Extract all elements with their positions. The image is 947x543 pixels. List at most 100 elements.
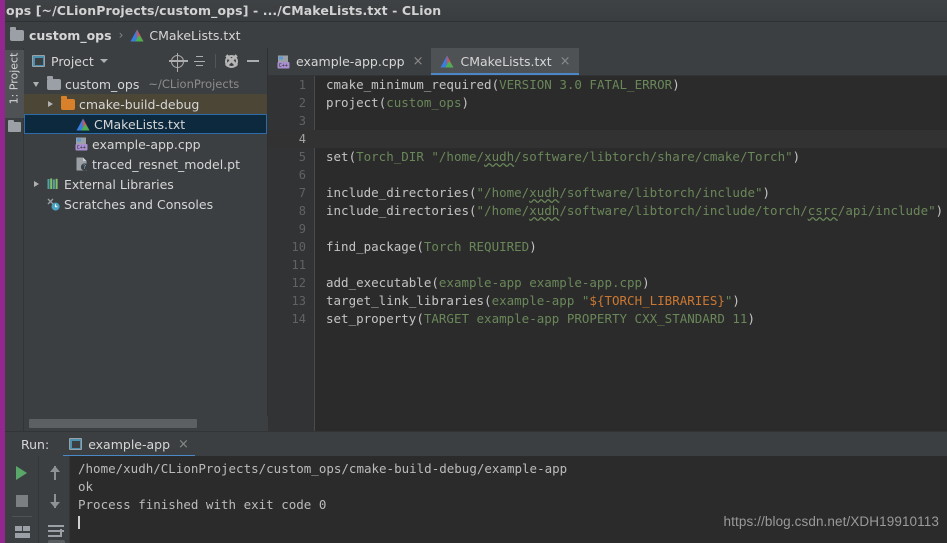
run-tab-example-app[interactable]: example-app × bbox=[63, 432, 195, 457]
console-line: Process finished with exit code 0 bbox=[78, 497, 327, 512]
code-line[interactable]: 4 bbox=[268, 130, 947, 148]
breadcrumb-file[interactable]: CMakeLists.txt bbox=[130, 27, 241, 43]
clion-window: ops [~/CLionProjects/custom_ops] - .../C… bbox=[0, 0, 947, 543]
code-line[interactable]: 14 set_property(TARGET example-app PROPER… bbox=[268, 310, 947, 328]
code-line[interactable]: 5 set(Torch_DIR "/home/xudh/software/libt… bbox=[268, 148, 947, 166]
code-token: ( bbox=[416, 239, 424, 254]
tree-item-label: cmake-build-debug bbox=[79, 96, 200, 112]
project-tree[interactable]: custom_ops ~/CLionProjects cmake-build-deb… bbox=[24, 74, 267, 413]
code-token: /api/include" bbox=[837, 203, 936, 218]
scrollbar-thumb[interactable] bbox=[29, 419, 197, 428]
tool-window-button-project[interactable]: 1: Project bbox=[5, 50, 24, 118]
tree-item-label: traced_resnet_model.pt bbox=[92, 156, 241, 172]
code-token: ) bbox=[747, 311, 755, 326]
tree-item-path: ~/CLionProjects bbox=[148, 77, 240, 91]
editor-tab-cmakelists-txt[interactable]: CMakeLists.txt × bbox=[431, 48, 579, 75]
close-icon[interactable]: × bbox=[413, 55, 424, 68]
twisty-right-icon[interactable] bbox=[30, 178, 43, 191]
editor-area: C++ example-app.cpp × CMakeLists.txt × 1 cmak… bbox=[268, 48, 947, 431]
code-line[interactable]: 9 bbox=[268, 220, 947, 238]
hide-panel-icon[interactable] bbox=[247, 60, 259, 62]
console-line: /home/xudh/CLionProjects/custom_ops/cmak… bbox=[78, 461, 568, 476]
tree-item-traced-resnet-model-pt[interactable]: ? traced_resnet_model.pt bbox=[24, 154, 267, 174]
code-token: /software/libtorch/include" bbox=[559, 185, 763, 200]
run-panel-title: Run: bbox=[21, 436, 50, 452]
scratches-icon bbox=[47, 198, 60, 211]
locate-icon[interactable] bbox=[169, 52, 188, 72]
code-line[interactable]: 11 bbox=[268, 256, 947, 274]
settings-gear-icon[interactable] bbox=[225, 54, 238, 68]
stop-button-icon[interactable] bbox=[16, 495, 28, 507]
code-line[interactable]: 1 cmake_minimum_required(VERSION 3.0 FATA… bbox=[268, 76, 947, 94]
breadcrumb-project-label: custom_ops bbox=[29, 27, 112, 43]
code-token: ( bbox=[484, 293, 492, 308]
code-token: "/home/ bbox=[431, 149, 485, 164]
code-token: set_property bbox=[326, 311, 417, 326]
line-number: 10 bbox=[291, 240, 306, 254]
tree-item-label: External Libraries bbox=[64, 176, 174, 192]
code-token: Torch REQUIRED bbox=[423, 239, 530, 254]
project-tool-window: Project custom_ops ~/CLionProjects cmake-b… bbox=[24, 48, 268, 431]
cpp-file-icon: C++ bbox=[75, 137, 88, 151]
code-token: ) bbox=[762, 185, 771, 200]
line-number: 5 bbox=[298, 150, 306, 164]
code-token: project bbox=[326, 95, 379, 110]
tree-item-scratches-and-consoles[interactable]: Scratches and Consoles bbox=[24, 194, 267, 214]
collapse-all-icon[interactable] bbox=[193, 55, 206, 68]
code-line[interactable]: 7 include_directories("/home/xudh/softwar… bbox=[268, 184, 947, 202]
line-number: 13 bbox=[291, 294, 306, 308]
close-icon[interactable]: × bbox=[560, 55, 571, 68]
rerun-button-icon[interactable] bbox=[16, 466, 27, 480]
code-text: include_directories("/home/xudh/software… bbox=[326, 202, 943, 220]
line-number: 14 bbox=[291, 312, 306, 326]
scroll-down-icon[interactable] bbox=[49, 494, 61, 508]
scroll-up-icon[interactable] bbox=[49, 466, 61, 480]
svg-text:C++: C++ bbox=[279, 63, 288, 69]
code-line[interactable]: 10 find_package(Torch REQUIRED) bbox=[268, 238, 947, 256]
twisty-right-icon[interactable] bbox=[44, 98, 57, 111]
run-panel-body: /home/xudh/CLionProjects/custom_ops/cmak… bbox=[5, 456, 947, 543]
tree-item-cmake-build-debug[interactable]: cmake-build-debug bbox=[24, 94, 267, 114]
code-editor[interactable]: 1 cmake_minimum_required(VERSION 3.0 FATA… bbox=[268, 76, 947, 431]
code-line[interactable]: 8 include_directories("/home/xudh/softwar… bbox=[268, 202, 947, 220]
chevron-down-icon[interactable] bbox=[99, 59, 108, 63]
code-line[interactable]: 12 add_executable(example-app example-app… bbox=[268, 274, 947, 292]
code-line[interactable]: 13 target_link_libraries(example-app "${T… bbox=[268, 292, 947, 310]
folder-icon bbox=[10, 27, 24, 41]
tree-item-cmakelists-txt[interactable]: CMakeLists.txt bbox=[24, 114, 267, 134]
tool-window-label: 1: Project bbox=[7, 52, 21, 105]
code-token: custom_ops bbox=[386, 95, 462, 110]
code-text: set(Torch_DIR "/home/xudh/software/libto… bbox=[326, 148, 800, 166]
project-panel-header: Project bbox=[24, 48, 267, 74]
code-token: ) bbox=[935, 203, 944, 218]
editor-tab-example-app-cpp[interactable]: C++ example-app.cpp × bbox=[268, 48, 431, 75]
code-token: "/home/ bbox=[476, 185, 530, 200]
code-token: xudh bbox=[484, 149, 515, 164]
twisty-down-icon[interactable] bbox=[30, 78, 43, 91]
toolbar-divider bbox=[12, 516, 32, 517]
code-content[interactable]: 1 cmake_minimum_required(VERSION 3.0 FATA… bbox=[268, 76, 947, 431]
tree-item-external-libraries[interactable]: External Libraries bbox=[24, 174, 267, 194]
code-token: VERSION 3.0 FATAL_ERROR bbox=[499, 77, 673, 92]
project-tree-hscrollbar[interactable] bbox=[24, 416, 268, 431]
run-console-output[interactable]: /home/xudh/CLionProjects/custom_ops/cmak… bbox=[70, 456, 947, 543]
editor-tab-bar: C++ example-app.cpp × CMakeLists.txt × bbox=[268, 48, 947, 76]
soft-wrap-icon[interactable] bbox=[48, 525, 64, 539]
code-line[interactable]: 3 bbox=[268, 112, 947, 130]
code-text: target_link_libraries(example-app "${TOR… bbox=[326, 292, 740, 310]
code-token: include_directories bbox=[326, 185, 469, 200]
tree-item-custom-ops[interactable]: custom_ops ~/CLionProjects bbox=[24, 74, 267, 94]
run-toolbar-left bbox=[5, 456, 39, 543]
close-icon[interactable]: × bbox=[178, 438, 189, 451]
code-line[interactable]: 6 bbox=[268, 166, 947, 184]
code-token: ) bbox=[461, 95, 470, 110]
tree-item-example-app-cpp[interactable]: C++ example-app.cpp bbox=[24, 134, 267, 154]
breadcrumb-file-label: CMakeLists.txt bbox=[149, 27, 241, 43]
cmake-file-icon bbox=[76, 118, 90, 131]
layout-toggle-icon[interactable] bbox=[15, 526, 30, 539]
code-token: add_executable bbox=[326, 275, 432, 290]
code-line[interactable]: 2 project(custom_ops) bbox=[268, 94, 947, 112]
breadcrumb-project[interactable]: custom_ops bbox=[10, 27, 112, 43]
